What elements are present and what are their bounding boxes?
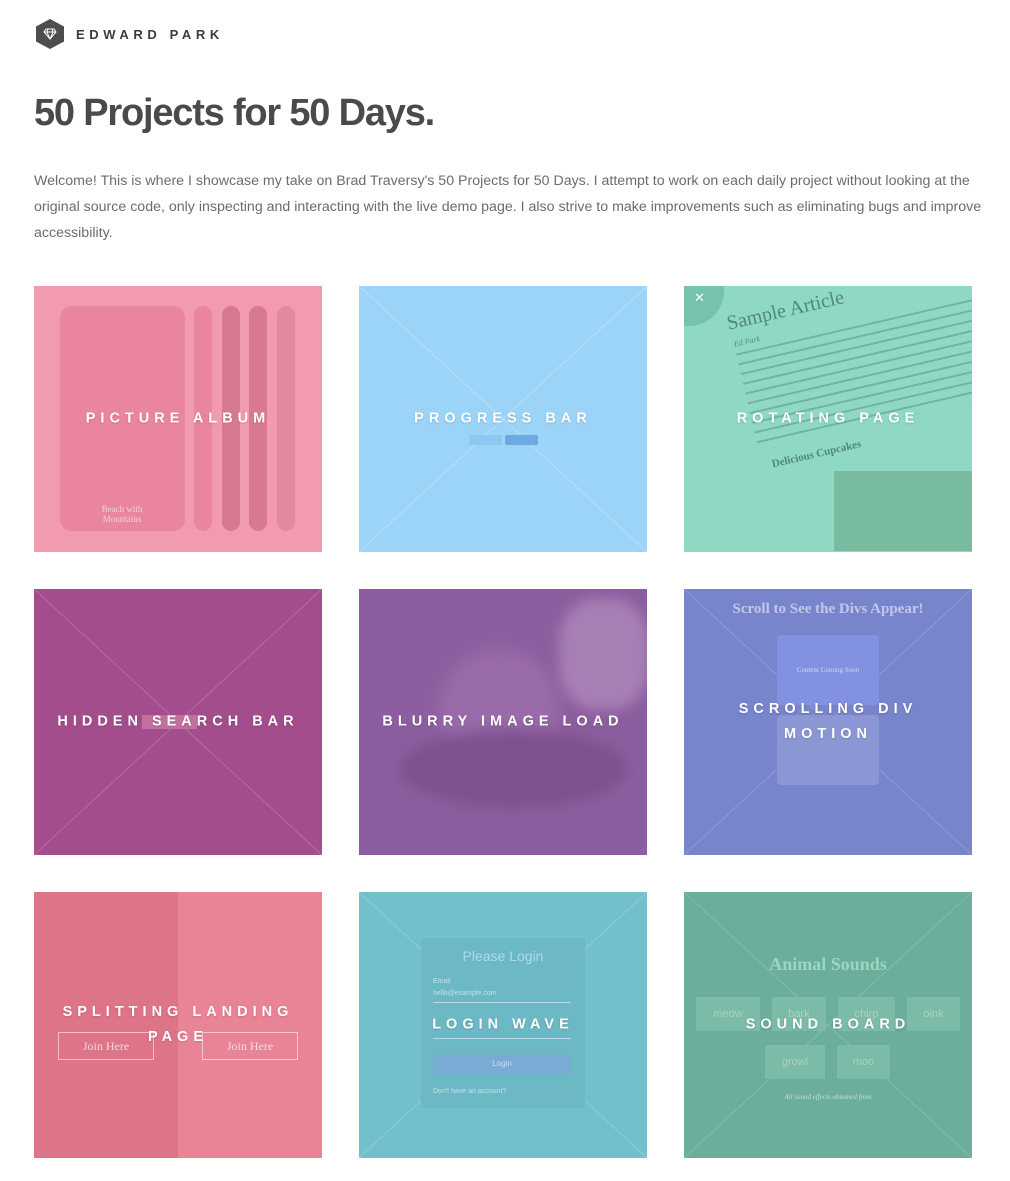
email-underline [433, 1002, 571, 1003]
card-title: SPLITTING LANDING PAGE [62, 1004, 294, 1045]
page-title: 50 Projects for 50 Days. [34, 92, 435, 134]
project-card-splitting-landing-page[interactable]: Join Here Join Here SPLITTING LANDING PA… [34, 892, 322, 1158]
sound-heading: Animal Sounds [769, 954, 887, 974]
prev-button [469, 435, 502, 445]
card-title: BLURRY IMAGE LOAD [382, 713, 624, 730]
card-title: ROTATING PAGE [736, 410, 920, 427]
project-card-sound-board[interactable]: Animal Sounds meow bark chirp oink growl… [684, 892, 972, 1158]
login-heading: Please Login [462, 948, 544, 964]
intro-text: Welcome! This is where I showcase my tak… [34, 173, 982, 241]
project-card-progress-bar[interactable]: PROGRESS BAR [359, 286, 647, 552]
login-button: Login [433, 1054, 571, 1074]
diamond-icon [43, 28, 57, 40]
close-icon: ✕ [694, 290, 705, 305]
card-title: PICTURE ALBUM [85, 410, 271, 427]
blurred-shape [399, 729, 629, 809]
brand-name[interactable]: EDWARD PARK [76, 27, 224, 42]
project-card-picture-album[interactable]: Beach with Mountains PICTURE ALBUM [34, 286, 322, 552]
project-card-scrolling-div-motion[interactable]: Scroll to See the Divs Appear! Content C… [684, 589, 972, 855]
sound-button-growl: growl [765, 1045, 825, 1079]
project-card-login-wave[interactable]: Please Login Email hello@example.com Log… [359, 892, 647, 1158]
project-card-blurry-image-load[interactable]: BLURRY IMAGE LOAD [359, 589, 647, 855]
card-title: SOUND BOARD [745, 1016, 911, 1033]
album-caption: Beach with Mountains [101, 504, 143, 524]
card-title: PROGRESS BAR [414, 410, 592, 427]
register-text: Don't have an account? [433, 1088, 507, 1095]
card-title: HIDDEN SEARCH BAR [57, 713, 299, 730]
card-title: SCROLLING DIV MOTION [738, 701, 918, 742]
logo[interactable] [36, 19, 64, 49]
project-card-rotating-page[interactable]: ✕ Sample Article Ed Park Delicious Cupca… [684, 286, 972, 552]
project-card-hidden-search-bar[interactable]: HIDDEN SEARCH BAR [34, 589, 322, 855]
sound-footer: All sound effects obtained from [784, 1093, 872, 1101]
article-heading: Sample Article [724, 286, 847, 335]
sound-button-moo: moo [837, 1045, 890, 1079]
blurred-shape [559, 599, 647, 709]
email-value: hello@example.com [433, 990, 497, 997]
scroll-heading: Scroll to See the Divs Appear! [732, 601, 924, 617]
article-author: Ed Park [733, 334, 761, 349]
site-header: EDWARD PARK [36, 19, 224, 49]
article-image [834, 471, 972, 551]
next-button [505, 435, 538, 445]
card-title: LOGIN WAVE [432, 1016, 574, 1033]
content-box-text: Content Coming Soon [796, 666, 860, 674]
password-underline [433, 1038, 571, 1039]
email-label: Email [433, 978, 451, 985]
